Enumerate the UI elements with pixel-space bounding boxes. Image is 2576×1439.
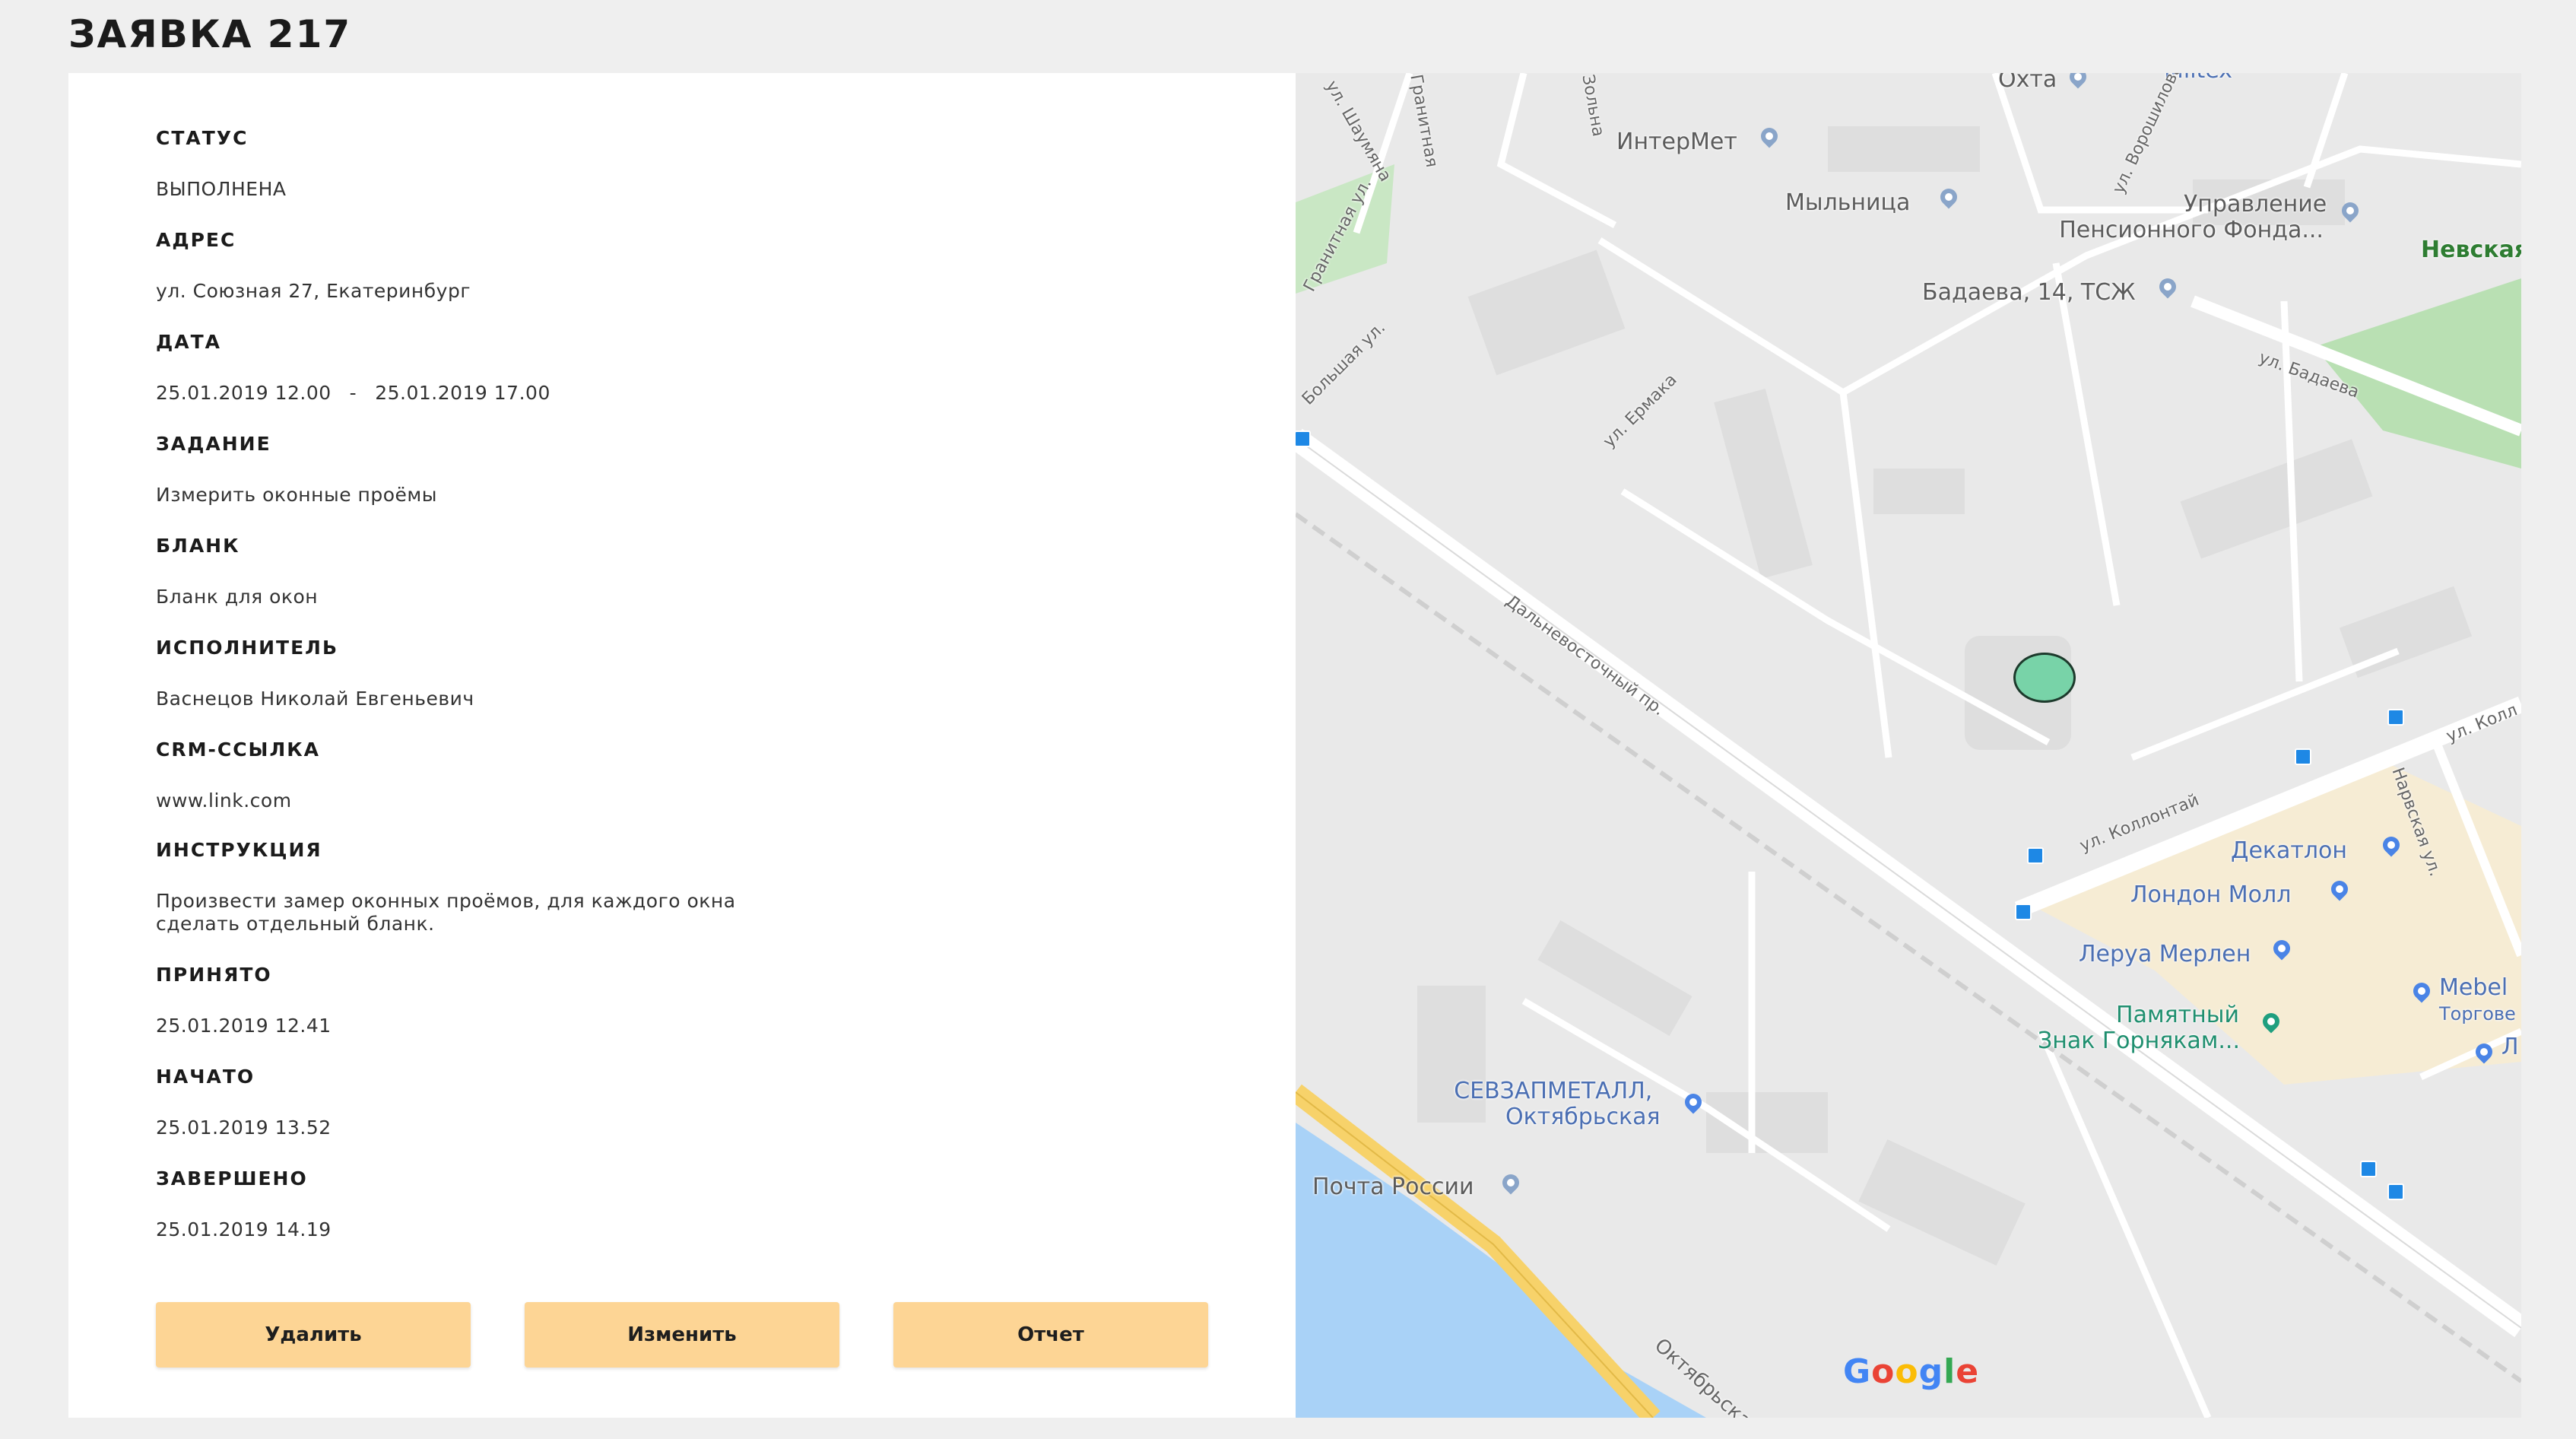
task-field: ЗАДАНИЕ Измерить оконные проёмы — [156, 432, 1144, 507]
instruction-field: ИНСТРУКЦИЯ Произвести замер оконных проё… — [156, 838, 1144, 936]
transit-stop-icon[interactable] — [2027, 847, 2044, 864]
transit-stop-icon[interactable] — [2387, 709, 2404, 726]
place-leroy-merlin[interactable]: Леруа Мерлен — [2079, 942, 2251, 967]
executor-label: ИСПОЛНИТЕЛЬ — [156, 637, 339, 659]
transit-stop-icon[interactable] — [2360, 1161, 2377, 1177]
completed-field: ЗАВЕРШЕНО 25.01.2019 14.19 — [156, 1167, 1144, 1241]
delete-button[interactable]: Удалить — [156, 1302, 471, 1368]
place-sevzapmetall-line2: Октябрьская — [1505, 1104, 1661, 1130]
form-field: БЛАНК Бланк для окон — [156, 534, 1144, 608]
date-label: ДАТА — [156, 331, 222, 353]
crm-link-value: www.link.com — [156, 789, 292, 812]
transit-stop-icon[interactable] — [2015, 904, 2032, 920]
request-details-panel: СТАТУС ВЫПОЛНЕНА АДРЕС ул. Союзная 27, Е… — [68, 73, 1296, 1418]
place-pension-fund[interactable]: Управление Пенсионного Фонда... — [2056, 192, 2327, 243]
started-value: 25.01.2019 13.52 — [156, 1117, 332, 1139]
edit-button[interactable]: Изменить — [525, 1302, 839, 1368]
form-value: Бланк для окон — [156, 586, 319, 608]
transit-stop-icon[interactable] — [1296, 430, 1311, 447]
accepted-value: 25.01.2019 12.41 — [156, 1015, 332, 1037]
address-value: ул. Союзная 27, Екатеринбург — [156, 280, 471, 302]
crm-link-field: CRM-ССЫЛКА www.link.com — [156, 738, 1144, 812]
task-label: ЗАДАНИЕ — [156, 433, 271, 455]
map-background — [1296, 73, 2521, 1418]
completed-label: ЗАВЕРШЕНО — [156, 1167, 308, 1190]
status-label: СТАТУС — [156, 127, 249, 149]
place-london-mall[interactable]: Лондон Молл — [2130, 882, 2291, 908]
date-separator: - — [349, 382, 357, 404]
page-title: ЗАЯВКА 217 — [68, 12, 352, 56]
place-memorial-line2: Знак Горнякам... — [2038, 1028, 2240, 1054]
accepted-field: ПРИНЯТО 25.01.2019 12.41 — [156, 963, 1144, 1037]
instruction-label: ИНСТРУКЦИЯ — [156, 839, 322, 861]
executor-field: ИСПОЛНИТЕЛЬ Васнецов Николай Евгеньевич — [156, 636, 1144, 710]
map-panel[interactable]: Охта Miltex ИнтерМет Мыльница Управление… — [1296, 73, 2521, 1418]
completed-value: 25.01.2019 14.19 — [156, 1218, 332, 1240]
place-pension-fund-line1: Управление — [2184, 191, 2327, 218]
date-field: ДАТА 25.01.2019 12.00-25.01.2019 17.00 — [156, 330, 1144, 405]
place-sevzapmetall-line1: СЕВЗАПМЕТАЛЛ, — [1454, 1078, 1653, 1104]
started-field: НАЧАТО 25.01.2019 13.52 — [156, 1065, 1144, 1139]
place-badaeva-14[interactable]: Бадаева, 14, ТСЖ — [1922, 280, 2136, 306]
date-value: 25.01.2019 12.00-25.01.2019 17.00 — [156, 382, 1144, 405]
place-sevzapmetall[interactable]: СЕВЗАПМЕТАЛЛ, Октябрьская — [1446, 1078, 1661, 1130]
google-logo: Google — [1843, 1352, 1980, 1391]
accepted-label: ПРИНЯТО — [156, 964, 272, 986]
place-okhta[interactable]: Охта — [1998, 73, 2057, 93]
place-mebel[interactable]: Mebel Торгове — [2439, 975, 2516, 1027]
instruction-value: Произвести замер оконных проёмов, для ка… — [156, 890, 736, 935]
location-marker[interactable] — [2013, 653, 2076, 703]
transit-stop-icon[interactable] — [2295, 748, 2311, 765]
place-nevskaya[interactable]: Невская — [2421, 237, 2521, 263]
place-mebel-line1: Mebel — [2439, 974, 2508, 1001]
place-decathlon[interactable]: Декатлон — [2231, 838, 2347, 864]
date-from: 25.01.2019 12.00 — [156, 382, 332, 404]
task-value: Измерить оконные проёмы — [156, 484, 438, 506]
status-value: ВЫПОЛНЕНА — [156, 178, 287, 200]
place-mylnitsa[interactable]: Мыльница — [1785, 190, 1910, 216]
crm-link-label: CRM-ССЫЛКА — [156, 739, 320, 761]
address-label: АДРЕС — [156, 229, 236, 251]
place-post-office[interactable]: Почта России — [1312, 1174, 1474, 1200]
address-field: АДРЕС ул. Союзная 27, Екатеринбург — [156, 228, 1144, 303]
place-pension-fund-line2: Пенсионного Фонда... — [2059, 217, 2324, 243]
started-label: НАЧАТО — [156, 1066, 255, 1088]
executor-value: Васнецов Николай Евгеньевич — [156, 688, 474, 710]
transit-stop-icon[interactable] — [2387, 1183, 2404, 1200]
place-intermet[interactable]: ИнтерМет — [1616, 129, 1737, 155]
place-l[interactable]: Л — [2501, 1034, 2519, 1060]
place-memorial[interactable]: Памятный Знак Горнякам... — [2038, 1002, 2240, 1054]
place-mebel-line2: Торгове — [2439, 1003, 2516, 1024]
form-label: БЛАНК — [156, 535, 240, 557]
date-to: 25.01.2019 17.00 — [375, 382, 550, 404]
report-button[interactable]: Отчет — [893, 1302, 1208, 1368]
place-memorial-line1: Памятный — [2116, 1002, 2239, 1028]
status-field: СТАТУС ВЫПОЛНЕНА — [156, 126, 1144, 201]
